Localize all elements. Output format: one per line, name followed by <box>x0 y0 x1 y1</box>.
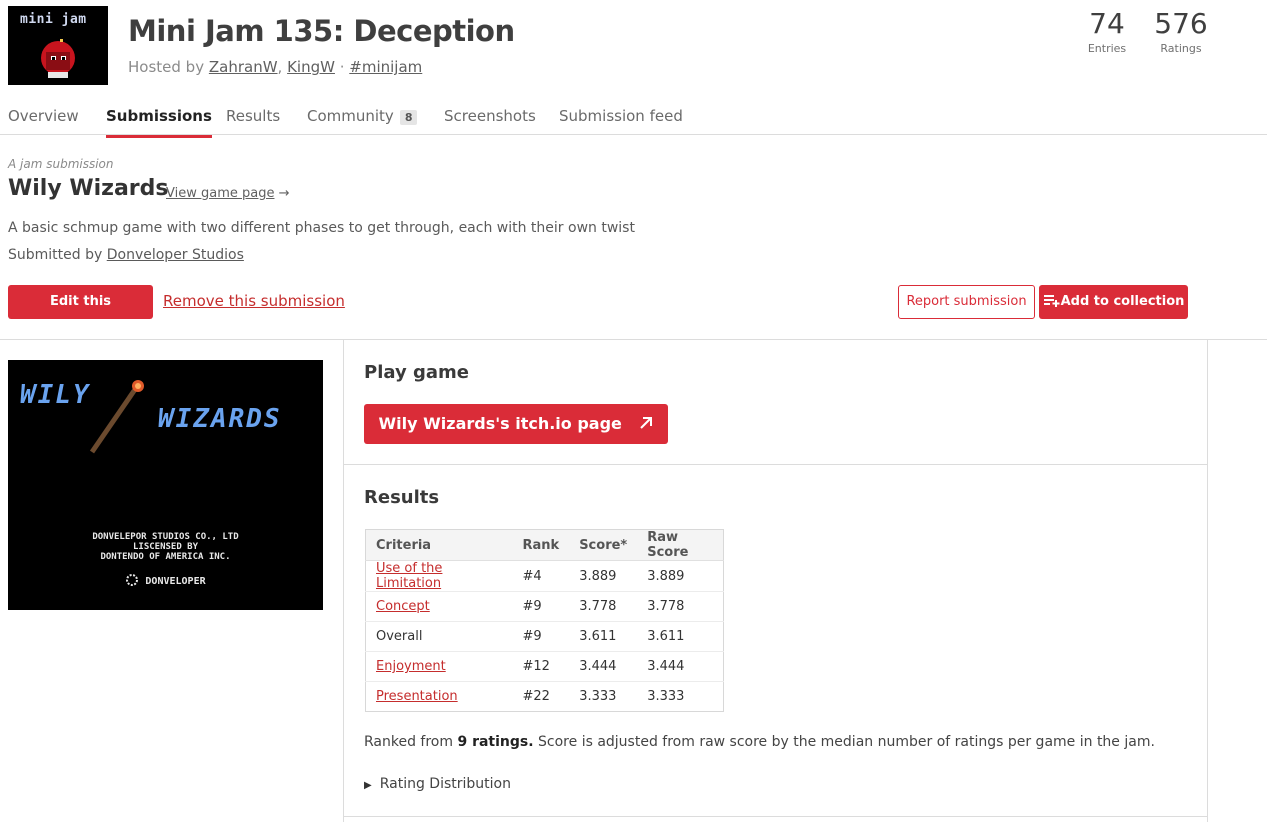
raw-score-cell: 3.333 <box>637 681 724 712</box>
submitted-prefix: Submitted by <box>8 247 103 263</box>
submitted-by: Submitted by Donveloper Studios <box>8 247 244 263</box>
table-row: Concept #9 3.778 3.778 <box>365 591 724 622</box>
tab-submission-feed[interactable]: Submission feed <box>559 107 683 135</box>
playlist-add-icon <box>1043 295 1060 307</box>
submission-kicker: A jam submission <box>8 157 114 171</box>
raw-score-cell: 3.611 <box>637 621 724 652</box>
entries-label: Entries <box>1087 42 1127 55</box>
rank-cell: #22 <box>512 681 570 712</box>
score-cell: 3.611 <box>569 621 638 652</box>
score-cell: 3.333 <box>569 681 638 712</box>
criteria-link[interactable]: Concept <box>376 599 430 614</box>
hooded-figure-icon <box>41 39 75 78</box>
tab-submissions[interactable]: Submissions <box>106 107 212 138</box>
view-game-page-link[interactable]: View game page → <box>166 186 290 201</box>
entries-count: 74 <box>1089 7 1125 40</box>
ratings-label: Ratings <box>1160 42 1202 55</box>
submission-description: A basic schmup game with two different p… <box>8 220 635 236</box>
results-header-row: Criteria Rank Score* Raw Score <box>365 529 724 561</box>
ranked-suffix: Score is adjusted from raw score by the … <box>538 734 1155 750</box>
criteria-link[interactable]: Presentation <box>376 689 458 704</box>
raw-score-cell: 3.778 <box>637 591 724 622</box>
wizard-staff-icon <box>89 380 144 454</box>
gear-icon <box>126 574 139 586</box>
tab-results[interactable]: Results <box>226 107 280 135</box>
tab-community[interactable]: Community 8 <box>307 107 418 135</box>
ranked-prefix: Ranked from <box>364 734 454 750</box>
host-link-zahranw[interactable]: ZahranW <box>209 58 278 76</box>
submission-title: Wily Wizards <box>8 176 169 201</box>
raw-score-cell: 3.889 <box>637 560 724 592</box>
score-cell: 3.889 <box>569 560 638 592</box>
rating-distribution-label: Rating Distribution <box>379 776 511 792</box>
panel-bottom-divider <box>344 816 1207 817</box>
community-count-badge: 8 <box>399 110 418 125</box>
col-criteria: Criteria <box>365 529 513 561</box>
table-row: Enjoyment #12 3.444 3.444 <box>365 651 724 682</box>
jam-hosted-by: Hosted by ZahranW, KingW · #minijam <box>128 58 423 76</box>
itch-page-button[interactable]: Wily Wizards's itch.io page <box>364 404 668 444</box>
col-score: Score* <box>569 529 638 561</box>
jam-nav: Overview Submissions Results Community 8 … <box>0 98 1267 138</box>
rank-cell: #9 <box>512 621 570 652</box>
col-raw-score: Raw Score <box>637 529 724 561</box>
jam-logo[interactable]: mini jam <box>8 6 108 85</box>
ratings-stat: 576 Ratings <box>1152 6 1210 55</box>
jam-title: Mini Jam 135: Deception <box>128 14 515 48</box>
tab-overview[interactable]: Overview <box>8 107 79 135</box>
criteria-label: Overall <box>376 629 423 644</box>
col-rank: Rank <box>512 529 570 561</box>
hosted-prefix: Hosted by <box>128 58 205 76</box>
cover-studio-logo: DONVELOPER <box>8 573 323 587</box>
cover-title-word2: WIZARDS <box>158 404 282 434</box>
ratings-count: 576 <box>1154 7 1208 40</box>
host-link-kingw[interactable]: KingW <box>287 58 335 76</box>
results-heading: Results <box>364 487 440 508</box>
cover-credit: DONVELEPOR STUDIOS CO., LTD LISCENSED BY… <box>8 532 323 562</box>
score-cell: 3.778 <box>569 591 638 622</box>
rank-cell: #9 <box>512 591 570 622</box>
tab-community-label: Community <box>307 107 394 125</box>
cover-credit-line3: DONTENDO OF AMERICA INC. <box>100 552 231 562</box>
play-game-heading: Play game <box>364 362 469 383</box>
add-to-collection-button[interactable]: Add to collection <box>1039 285 1188 319</box>
cover-credit-line1: DONVELEPOR STUDIOS CO., LTD <box>92 532 239 542</box>
table-row: Use of the Limitation #4 3.889 3.889 <box>365 560 724 592</box>
ranked-note: Ranked from 9 ratings. Score is adjusted… <box>364 734 1155 750</box>
game-details-panel: Play game Wily Wizards's itch.io page Re… <box>343 340 1208 822</box>
view-game-page-label: View game page <box>166 186 275 201</box>
ratings-count-bold: 9 ratings. <box>457 734 534 750</box>
add-to-collection-label: Add to collection <box>1060 294 1185 309</box>
game-cover-image: WILY WIZARDS DONVELEPOR STUDIOS CO., LTD… <box>8 360 323 610</box>
table-row: Overall #9 3.611 3.611 <box>365 621 724 652</box>
edit-submission-button[interactable]: Edit this submission <box>8 285 153 343</box>
tab-screenshots[interactable]: Screenshots <box>444 107 536 135</box>
table-row: Presentation #22 3.333 3.333 <box>365 681 724 712</box>
rank-cell: #4 <box>512 560 570 592</box>
panel-divider <box>344 464 1207 465</box>
results-table: Criteria Rank Score* Raw Score Use of th… <box>365 529 724 712</box>
entries-stat: 74 Entries <box>1083 6 1131 55</box>
hashtag-link[interactable]: #minijam <box>349 58 422 76</box>
triangle-right-icon: ▶ <box>364 780 372 791</box>
score-cell: 3.444 <box>569 651 638 682</box>
submitter-link[interactable]: Donveloper Studios <box>107 247 244 263</box>
report-submission-button[interactable]: Report submission <box>898 285 1035 319</box>
criteria-link[interactable]: Enjoyment <box>376 659 446 674</box>
rating-distribution-toggle[interactable]: ▶ Rating Distribution <box>364 776 511 792</box>
cover-credit-line2: LISCENSED BY <box>132 542 199 552</box>
criteria-link[interactable]: Use of the Limitation <box>376 561 442 591</box>
arrow-right-icon: → <box>278 186 290 201</box>
remove-submission-link[interactable]: Remove this submission <box>163 292 345 310</box>
itch-page-button-label: Wily Wizards's itch.io page <box>378 414 622 433</box>
rank-cell: #12 <box>512 651 570 682</box>
raw-score-cell: 3.444 <box>637 651 724 682</box>
external-link-icon <box>640 417 653 429</box>
cover-studio-name: DONVELOPER <box>145 576 206 587</box>
